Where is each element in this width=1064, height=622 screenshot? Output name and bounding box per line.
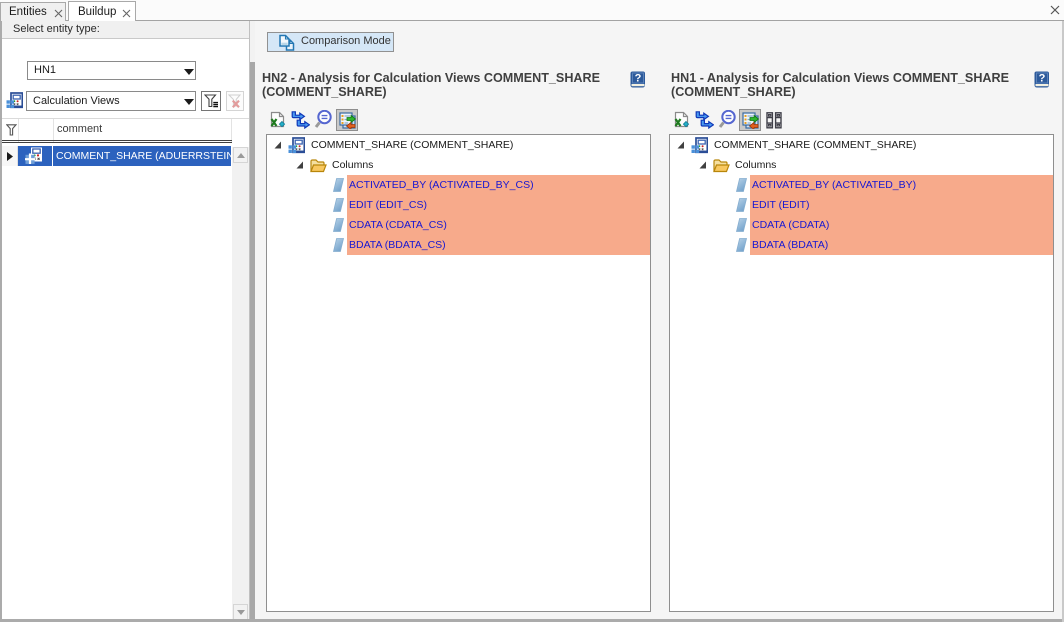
svg-text:?: ?: [635, 73, 642, 85]
svg-text:?: ?: [1039, 73, 1046, 85]
